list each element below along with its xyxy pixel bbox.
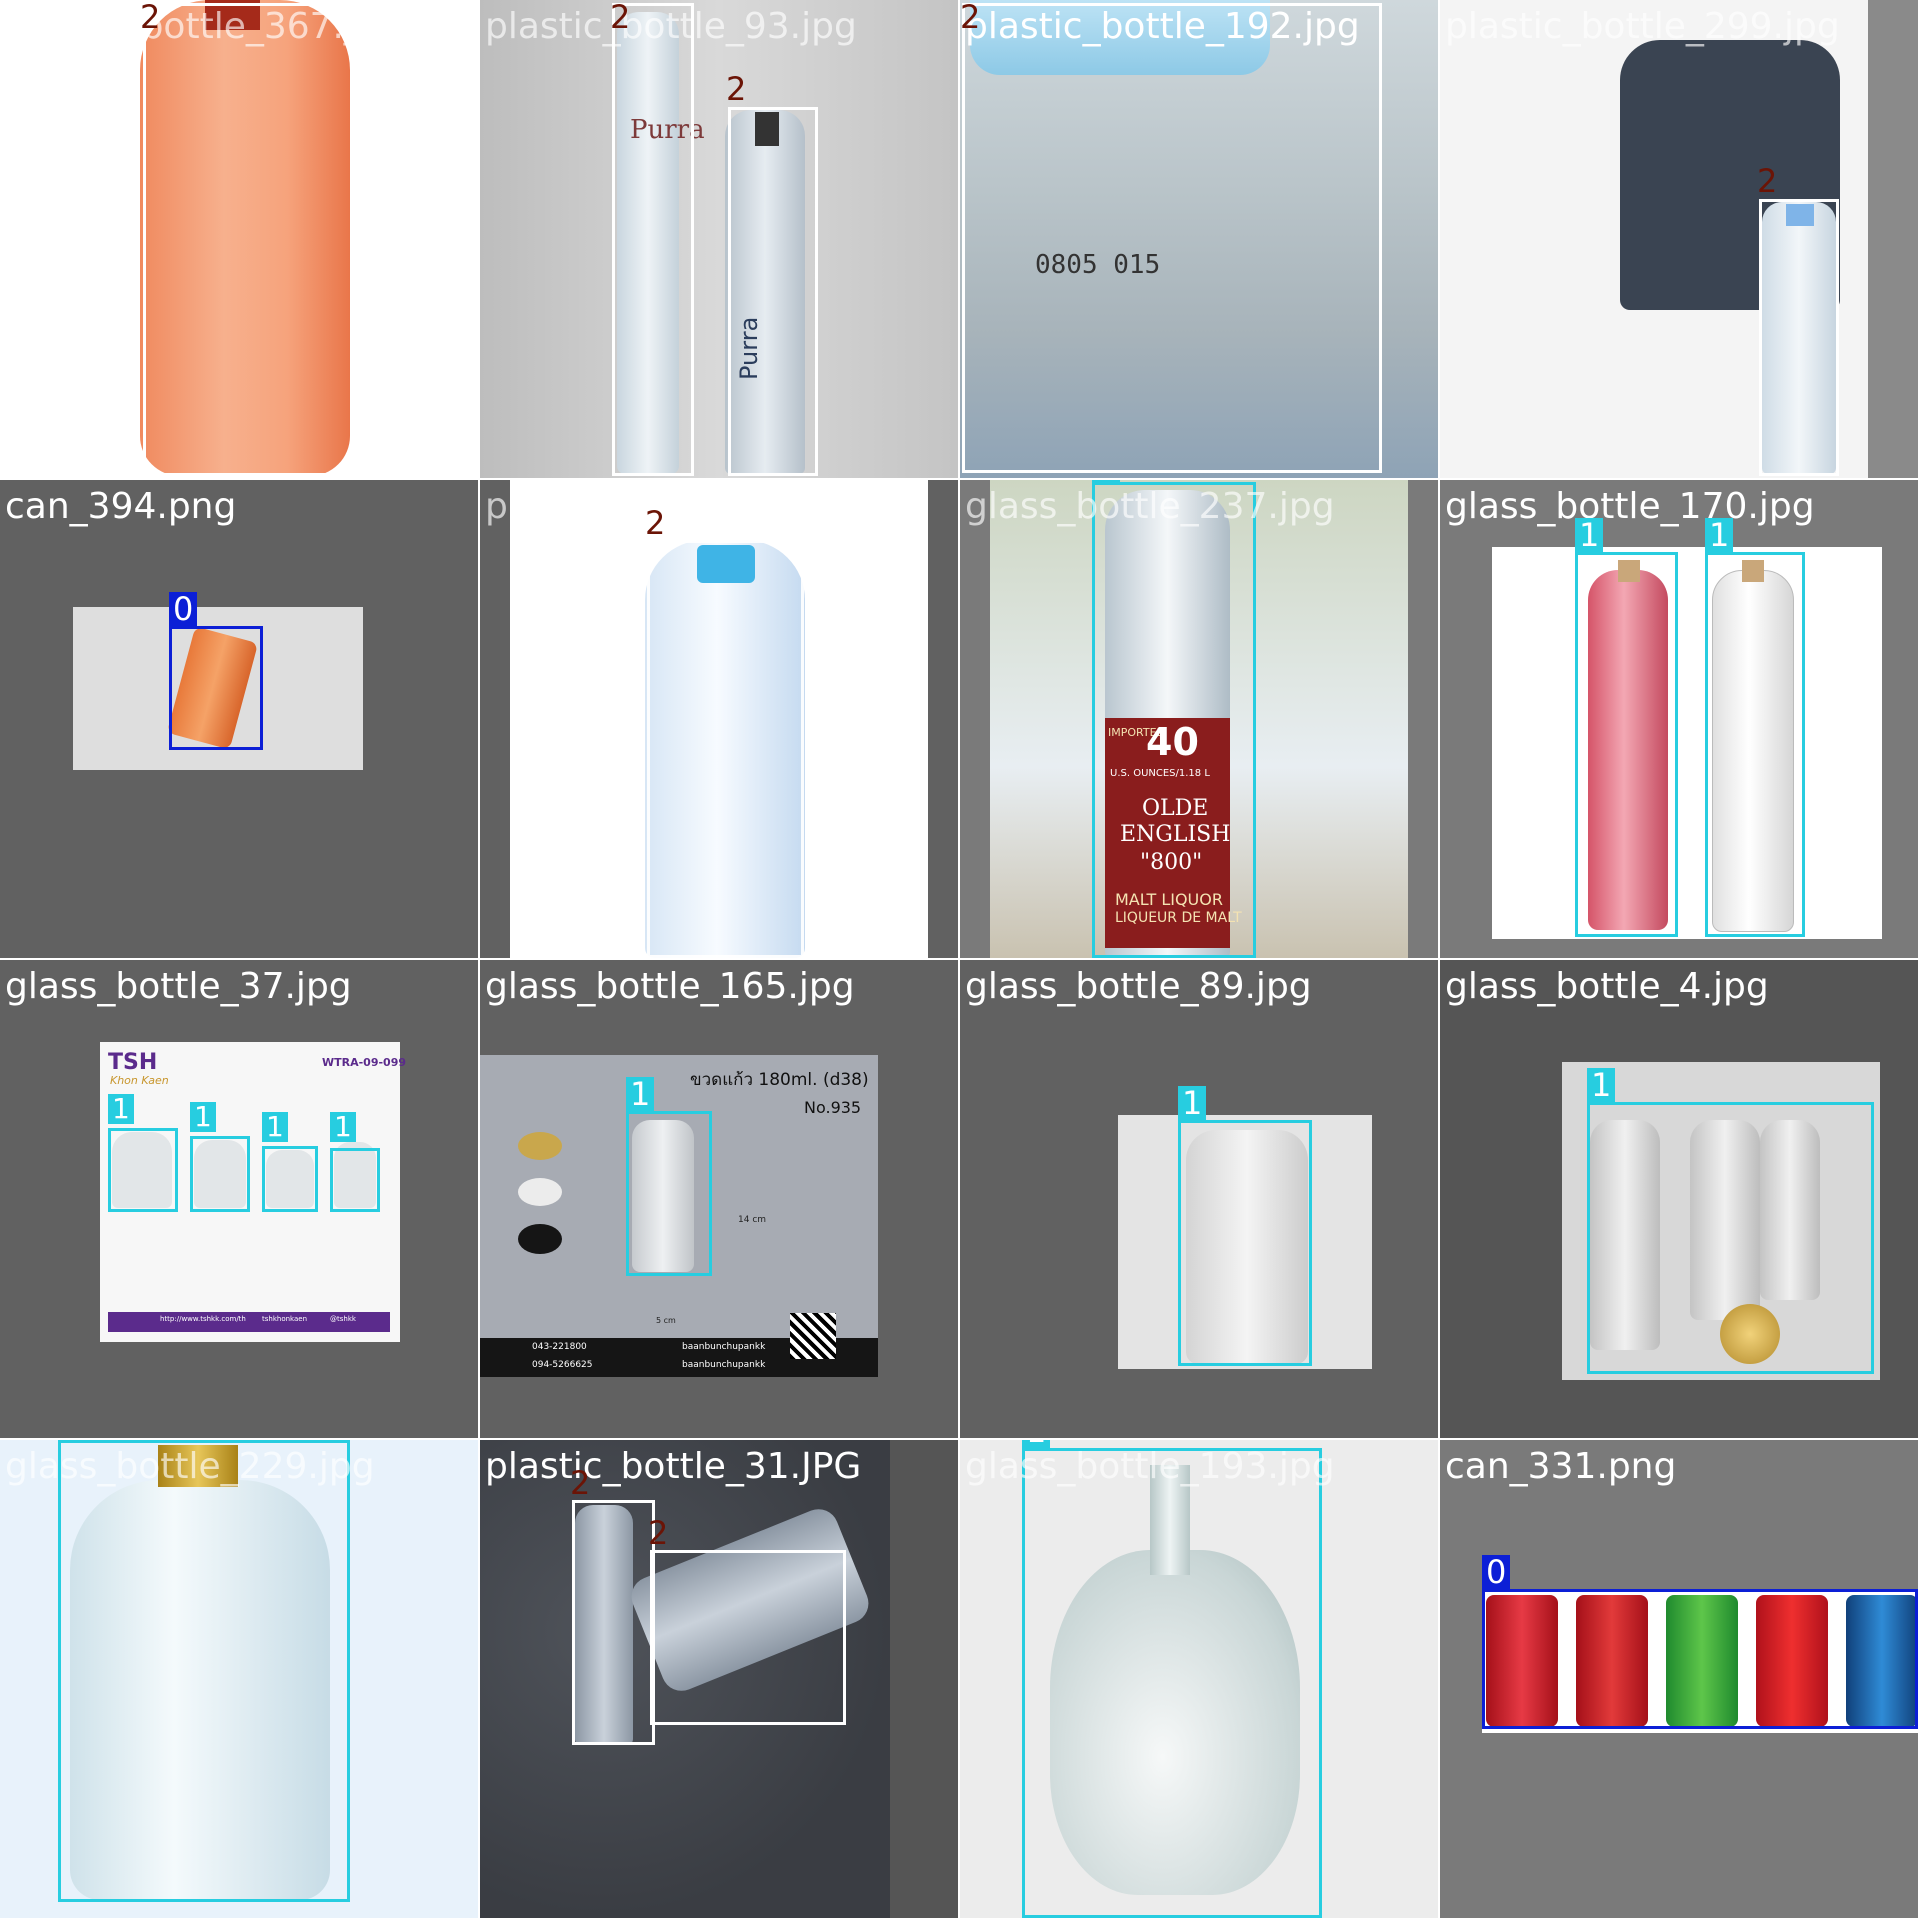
tile-filename: glass_bottle_193.jpg	[965, 1446, 1335, 1487]
detection-label: 2	[960, 0, 981, 36]
detection-box	[58, 1440, 350, 1902]
tile-glass-bottle-4: 1 glass_bottle_4.jpg	[1440, 960, 1918, 1438]
tile-glass-bottle-165: ขวดแก้ว 180ml. (d38) No.935 14 cm 5 cm 0…	[480, 960, 958, 1438]
product-code: WTRA-09-099	[322, 1056, 407, 1069]
lid-black	[518, 1224, 562, 1254]
tile-plastic-bottle-93: Purra Purra 2 2 plastic_bottle_93.jpg	[480, 0, 958, 478]
height-dimension: 14 cm	[738, 1215, 767, 1225]
detection-label: 2	[1757, 162, 1778, 200]
detection-label: 1	[1022, 1440, 1051, 1448]
tile-filename: plastic_bottle_93.jpg	[485, 6, 857, 47]
tile-filename: plastic_bottle_299.jpg	[1445, 6, 1840, 47]
detection-box	[1587, 1102, 1874, 1374]
tile-plastic-bottle-367: 2 plastic_bottle_367.jpg	[0, 0, 478, 478]
tile-filename: plastic_bottle_269.jpg	[485, 486, 880, 527]
detection-box	[1022, 1448, 1322, 1918]
lid-white	[518, 1178, 562, 1206]
detection-label: 1	[626, 1077, 655, 1111]
tile-filename: plastic_bottle_31.JPG	[485, 1446, 862, 1487]
detection-label: 2	[645, 504, 666, 542]
width-dimension: 5 cm	[656, 1316, 676, 1325]
tile-glass-bottle-237: IMPORTED 40 U.S. OUNCES/1.18 L OLDE ENGL…	[960, 480, 1438, 958]
social-handle: baanbunchupankk	[682, 1360, 766, 1370]
detection-box	[1759, 199, 1839, 476]
detection-box	[190, 1136, 250, 1212]
detection-label: 1	[1092, 480, 1121, 482]
image-grid: 2 plastic_bottle_367.jpg Purra Purra 2 2…	[0, 0, 1920, 1920]
footer-url: http://www.tshkk.com/th	[160, 1315, 246, 1323]
detection-box	[1705, 552, 1805, 937]
tile-glass-bottle-37: TSH Khon Kaen WTRA-09-099 http://www.tsh…	[0, 960, 478, 1438]
detection-box	[647, 540, 804, 958]
detection-label: 0	[169, 592, 198, 626]
tile-glass-bottle-170: 1 1 glass_bottle_170.jpg	[1440, 480, 1918, 958]
tile-filename: glass_bottle_4.jpg	[1445, 966, 1769, 1007]
brand-logo-text: TSH	[108, 1050, 158, 1075]
detection-box	[262, 1146, 318, 1212]
detection-label: 2	[726, 70, 747, 108]
tile-filename: glass_bottle_37.jpg	[5, 966, 352, 1007]
tile-filename: plastic_bottle_192.jpg	[965, 6, 1360, 47]
tile-filename: glass_bottle_237.jpg	[965, 486, 1335, 527]
detection-label: 1	[190, 1102, 216, 1132]
tile-plastic-bottle-31: 2 2 plastic_bottle_31.JPG	[480, 1440, 958, 1918]
bottles-photo	[1492, 547, 1882, 939]
detection-box	[650, 1550, 846, 1725]
tile-glass-bottle-193: 1 glass_bottle_193.jpg	[960, 1440, 1438, 1918]
detection-label: 1	[1705, 518, 1734, 552]
tile-filename: plastic_bottle_367.jpg	[5, 6, 400, 47]
phone-number: 043-221800	[532, 1342, 587, 1352]
tile-plastic-bottle-299: 2 plastic_bottle_299.jpg	[1440, 0, 1918, 478]
detection-box	[1482, 1589, 1918, 1729]
detection-box	[1575, 552, 1678, 937]
tile-plastic-bottle-192: 0805 015 2 plastic_bottle_192.jpg	[960, 0, 1438, 478]
footer-social: @tshkk	[330, 1315, 356, 1323]
detection-label: 2	[140, 0, 161, 36]
sheet-title: ขวดแก้ว 180ml. (d38)	[690, 1070, 869, 1090]
tile-can-394: 0 can_394.png	[0, 480, 478, 958]
qr-code	[790, 1313, 836, 1359]
detection-label: 1	[1178, 1086, 1207, 1120]
detection-label: 1	[1587, 1068, 1616, 1102]
tile-can-331: 0 can_331.png	[1440, 1440, 1918, 1918]
detection-box	[169, 626, 263, 750]
tile-filename: glass_bottle_89.jpg	[965, 966, 1312, 1007]
detection-label: 1	[1575, 518, 1604, 552]
detection-label: 0	[1482, 1555, 1511, 1589]
detection-box	[1178, 1120, 1312, 1366]
tile-filename: can_394.png	[5, 486, 237, 527]
tile-glass-bottle-229: 1 glass_bottle_229.jpg	[0, 1440, 478, 1918]
detection-box	[612, 3, 694, 476]
social-handle: baanbunchupankk	[682, 1342, 766, 1352]
detection-box	[728, 107, 818, 476]
detection-box	[572, 1500, 655, 1745]
detection-label: 2	[570, 1464, 591, 1502]
tile-filename: glass_bottle_170.jpg	[1445, 486, 1815, 527]
tile-filename: glass_bottle_229.jpg	[5, 1446, 375, 1487]
detection-label: 1	[262, 1112, 288, 1142]
detection-label: 2	[610, 0, 631, 36]
detection-label: 2	[648, 1514, 669, 1552]
detection-box	[108, 1128, 178, 1212]
detection-box	[330, 1148, 380, 1212]
detection-label: 1	[330, 1112, 356, 1142]
detection-box	[143, 3, 355, 476]
detection-box	[626, 1111, 712, 1276]
footer-social: tshkhonkaen	[262, 1315, 308, 1323]
tile-filename: can_331.png	[1445, 1446, 1677, 1487]
phone-number: 094-5266625	[532, 1360, 593, 1370]
detection-label: 1	[108, 1094, 134, 1124]
detection-box	[1092, 482, 1256, 958]
tile-glass-bottle-89: 1 glass_bottle_89.jpg	[960, 960, 1438, 1438]
lid-gold	[518, 1132, 562, 1160]
tile-plastic-bottle-269: 2 plastic_bottle_269.jpg	[480, 480, 958, 958]
detection-box	[962, 3, 1382, 473]
tile-filename: glass_bottle_165.jpg	[485, 966, 855, 1007]
sheet-number: No.935	[804, 1098, 862, 1117]
brand-subtext: Khon Kaen	[110, 1074, 169, 1087]
